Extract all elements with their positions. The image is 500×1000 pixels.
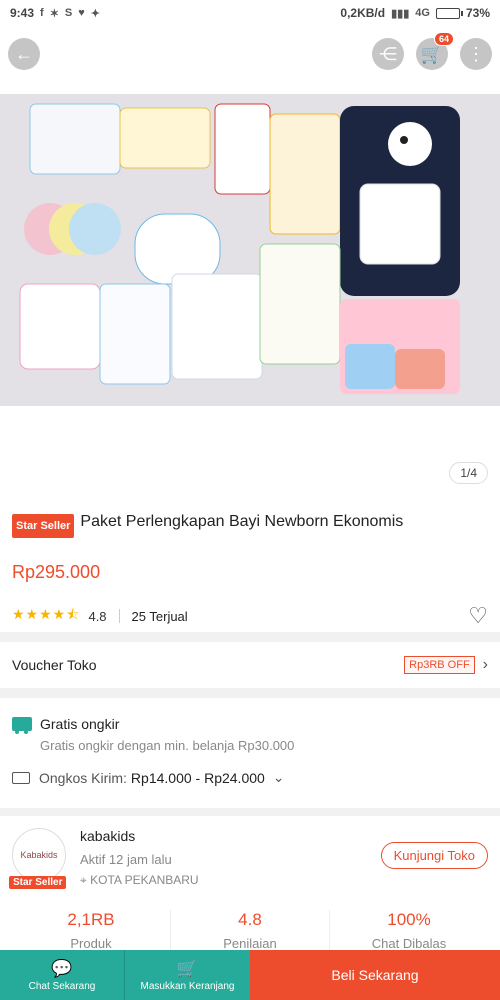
free-shipping-label: Gratis ongkir (40, 716, 120, 732)
shop-stats: 2,1RB Produk 4.8 Penilaian 100% Chat Dib… (12, 910, 488, 951)
chat-icon: 💬 (51, 958, 73, 978)
stat-chat-reply: 100% Chat Dibalas (330, 910, 488, 951)
gallery-toolbar: ← ⋲ 🛒 64 ⋮ (8, 32, 492, 70)
heart-icon: ♥ (78, 7, 85, 19)
visit-shop-button[interactable]: Kunjungi Toko (380, 842, 488, 869)
shipping-cost-value: Rp14.000 - Rp24.000 (130, 769, 265, 786)
top-right-actions: ⋲ 🛒 64 ⋮ (372, 32, 492, 70)
battery-percent: 73% (465, 6, 490, 20)
shop-header: Kabakids Star Seller kabakids Aktif 12 j… (9, 828, 488, 889)
network-type: 4G (415, 7, 430, 19)
more-button[interactable]: ⋮ (460, 38, 492, 70)
free-shipping-row: Gratis ongkir (12, 716, 488, 734)
rating-value: 4.8 (88, 608, 107, 624)
stat-value: 100% (387, 910, 431, 929)
status-left: 9:43 f ✶ S ♥ ✦ (10, 6, 100, 20)
stat-rating[interactable]: 4.8 Penilaian (171, 910, 330, 951)
stat-products[interactable]: 2,1RB Produk (12, 910, 171, 951)
share-icon: ⋲ (379, 43, 397, 64)
free-shipping-icon (12, 717, 32, 734)
chat-now-label: Chat Sekarang (28, 980, 96, 992)
stat-value: 2,1RB (67, 910, 115, 929)
battery-icon (435, 7, 463, 19)
image-counter: 1/4 (449, 462, 488, 484)
product-info: Star Seller Paket Perlengkapan Bayi Newb… (0, 494, 500, 632)
rating-stars: ★★★★⯪ (12, 606, 81, 622)
shipping-section: Gratis ongkir Gratis ongkir dengan min. … (0, 698, 500, 808)
location-pin-icon: ⌖ (80, 873, 87, 887)
chevron-right-icon: › (482, 656, 488, 673)
shop-location-text: KOTA PEKANBARU (90, 873, 199, 887)
voucher-tag: Rp3RB OFF (404, 656, 475, 674)
settings-icon: ✶ (49, 7, 59, 20)
twitter-icon: ✦ (90, 7, 101, 20)
shop-section: Kabakids Star Seller kabakids Aktif 12 j… (0, 816, 500, 951)
product-title: Paket Perlengkapan Bayi Newborn Ekonomis (80, 513, 404, 530)
stat-value: 4.8 (238, 910, 262, 929)
bottom-action-bar: 💬 Chat Sekarang 🛒 Masukkan Keranjang Bel… (0, 950, 500, 1000)
shop-name: kabakids (80, 828, 136, 844)
stat-label: Penilaian (223, 936, 277, 951)
shop-avatar[interactable]: Kabakids Star Seller (9, 828, 67, 889)
chat-now-button[interactable]: 💬 Chat Sekarang (0, 950, 125, 1000)
shop-avatar-logo: Kabakids (20, 850, 58, 860)
shop-active-status: Aktif 12 jam lalu (80, 852, 172, 867)
stat-label: Produk (70, 936, 112, 951)
title-row: Star Seller Paket Perlengkapan Bayi Newb… (12, 512, 488, 538)
signal-icon: ▮▮▮ (391, 7, 410, 20)
add-to-cart-label: Masukkan Keranjang (140, 980, 235, 992)
cart-button[interactable]: 🛒 64 (416, 32, 454, 70)
add-to-cart-button[interactable]: 🛒 Masukkan Keranjang (125, 950, 250, 1000)
more-vertical-icon: ⋮ (467, 43, 485, 64)
back-arrow-icon: ← (15, 43, 33, 64)
status-right: 0,2KB/d ▮▮▮ 4G 73% (340, 6, 490, 20)
add-cart-icon: 🛒 (176, 958, 199, 978)
buy-now-button[interactable]: Beli Sekarang (250, 950, 500, 1000)
chevron-down-icon: ⌄ (272, 769, 285, 785)
product-photo-art (0, 94, 500, 406)
status-time: 9:43 (10, 6, 35, 20)
rating-divider (118, 609, 120, 623)
shop-location: ⌖ KOTA PEKANBARU (80, 873, 199, 888)
star-seller-badge: Star Seller (12, 514, 75, 538)
product-photo[interactable] (0, 94, 500, 406)
free-shipping-sub: Gratis ongkir dengan min. belanja Rp30.0… (40, 738, 295, 753)
stat-label: Chat Dibalas (371, 936, 447, 951)
rating-row: ★★★★⯪ 4.8 25 Terjual ♡ (12, 603, 488, 629)
cart-badge: 64 (433, 32, 454, 46)
product-price: Rp295.000 (12, 562, 101, 582)
sold-count: 25 Terjual (131, 608, 188, 624)
shipping-cost-row[interactable]: Ongkos Kirim: Rp14.000 - Rp24.000 ⌄ (12, 769, 488, 786)
truck-icon (12, 771, 30, 784)
voucher-label: Voucher Toko (12, 657, 97, 673)
cart-icon: 🛒 (420, 43, 444, 64)
shipping-cost-label: Ongkos Kirim: (39, 769, 127, 786)
facebook-icon: f (40, 7, 44, 19)
s-app-icon: S (64, 7, 73, 19)
voucher-row[interactable]: Voucher Toko Rp3RB OFF › (0, 642, 500, 688)
product-gallery[interactable]: ← ⋲ 🛒 64 ⋮ 1/4 (0, 26, 500, 494)
share-button[interactable]: ⋲ (372, 38, 404, 70)
back-button[interactable]: ← (8, 38, 40, 70)
shop-meta: kabakids Aktif 12 jam lalu ⌖ KOTA PEKANB… (80, 828, 199, 888)
favorite-heart-icon[interactable]: ♡ (468, 603, 488, 629)
shop-star-seller-badge: Star Seller (9, 876, 67, 889)
buy-now-label: Beli Sekarang (331, 967, 419, 983)
status-bar: 9:43 f ✶ S ♥ ✦ 0,2KB/d ▮▮▮ 4G 73% (0, 0, 500, 26)
network-speed: 0,2KB/d (340, 6, 386, 20)
